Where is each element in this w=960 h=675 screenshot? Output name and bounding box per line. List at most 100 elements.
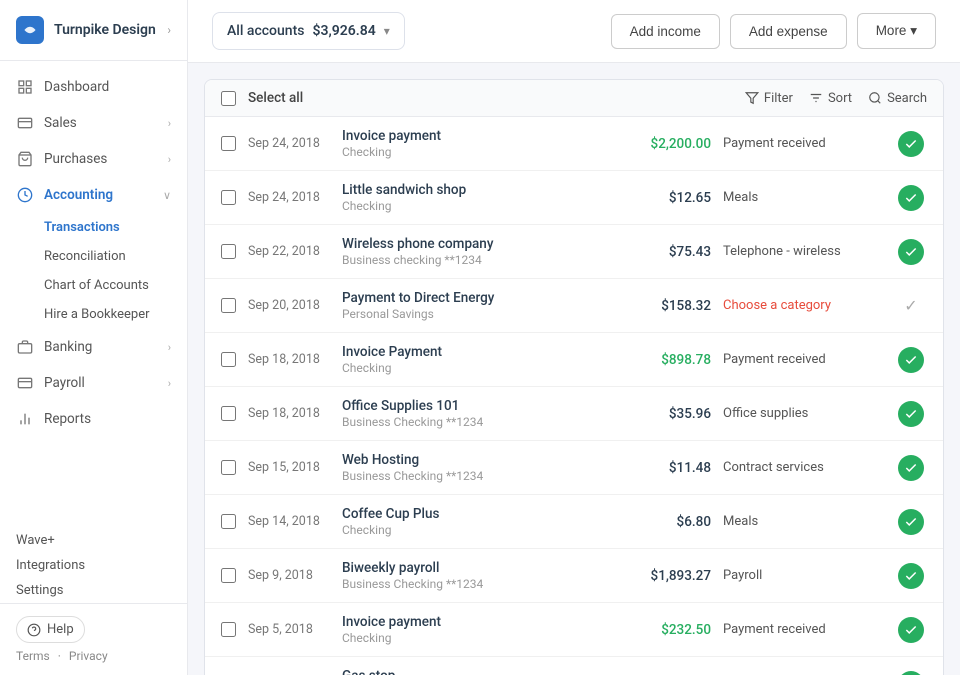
tx-name: Invoice payment: [342, 614, 609, 630]
wave-plus-link[interactable]: Wave+: [16, 528, 171, 553]
tx-description[interactable]: Payment to Direct Energy Personal Saving…: [342, 290, 609, 321]
reports-icon: [16, 410, 34, 428]
status-done-icon: [898, 617, 924, 643]
tx-date: Sep 18, 2018: [248, 352, 330, 367]
help-button[interactable]: Help: [16, 616, 85, 643]
sidebar-item-reconciliation[interactable]: Reconciliation: [44, 242, 187, 271]
sidebar-item-accounting[interactable]: Accounting ∨: [0, 177, 187, 213]
tx-account: Checking: [342, 631, 609, 645]
tx-description[interactable]: Web Hosting Business Checking **1234: [342, 452, 609, 483]
table-row: Sep 15, 2018 Web Hosting Business Checki…: [205, 441, 943, 495]
table-row: Sep 3, 2018 Gas stop Checking $70.00 Tra…: [205, 657, 943, 675]
tx-description[interactable]: Biweekly payroll Business Checking **123…: [342, 560, 609, 591]
row-checkbox-6[interactable]: [221, 460, 236, 475]
more-button[interactable]: More ▾: [857, 13, 936, 49]
tx-account: Personal Savings: [342, 307, 609, 321]
table-row: Sep 5, 2018 Invoice payment Checking $23…: [205, 603, 943, 657]
integrations-link[interactable]: Integrations: [16, 553, 171, 578]
sidebar-item-hire-bookkeeper[interactable]: Hire a Bookkeeper: [44, 300, 187, 329]
sidebar-item-banking[interactable]: Banking ›: [0, 329, 187, 365]
tx-date: Sep 9, 2018: [248, 568, 330, 583]
row-checkbox-7[interactable]: [221, 514, 236, 529]
table-row: Sep 24, 2018 Little sandwich shop Checki…: [205, 171, 943, 225]
tx-name: Wireless phone company: [342, 236, 609, 252]
sidebar-logo[interactable]: Turnpike Design ›: [0, 0, 187, 61]
terms-link[interactable]: Terms: [16, 649, 50, 663]
tx-description[interactable]: Coffee Cup Plus Checking: [342, 506, 609, 537]
dashboard-icon: [16, 78, 34, 96]
sidebar-item-sales[interactable]: Sales ›: [0, 105, 187, 141]
tx-amount: $158.32: [621, 298, 711, 314]
row-checkbox-3[interactable]: [221, 298, 236, 313]
account-balance: $3,926.84: [312, 23, 375, 39]
row-checkbox-8[interactable]: [221, 568, 236, 583]
tx-description[interactable]: Invoice payment Checking: [342, 614, 609, 645]
tx-amount: $898.78: [621, 352, 711, 368]
tx-name: Office Supplies 101: [342, 398, 609, 414]
tx-description[interactable]: Office Supplies 101 Business Checking **…: [342, 398, 609, 429]
tx-name: Payment to Direct Energy: [342, 290, 609, 306]
row-checkbox-0[interactable]: [221, 136, 236, 151]
table-row: Sep 20, 2018 Payment to Direct Energy Pe…: [205, 279, 943, 333]
row-checkbox-5[interactable]: [221, 406, 236, 421]
tx-account: Business Checking **1234: [342, 577, 609, 591]
row-checkbox-9[interactable]: [221, 622, 236, 637]
status-done-icon: [898, 455, 924, 481]
tx-description[interactable]: Gas stop Checking: [342, 668, 609, 675]
add-income-button[interactable]: Add income: [611, 14, 720, 49]
tx-category[interactable]: Choose a category: [723, 298, 883, 313]
sidebar-item-payroll[interactable]: Payroll ›: [0, 365, 187, 401]
status-done-icon: [898, 347, 924, 373]
select-all-checkbox[interactable]: [221, 91, 236, 106]
tx-description[interactable]: Little sandwich shop Checking: [342, 182, 609, 213]
tx-date: Sep 15, 2018: [248, 460, 330, 475]
privacy-link[interactable]: Privacy: [69, 649, 108, 663]
tx-name: Invoice Payment: [342, 344, 609, 360]
row-checkbox-2[interactable]: [221, 244, 236, 259]
tx-category: Payment received: [723, 622, 883, 637]
reports-label: Reports: [44, 411, 91, 427]
table-row: Sep 14, 2018 Coffee Cup Plus Checking $6…: [205, 495, 943, 549]
payroll-label: Payroll: [44, 375, 85, 391]
tx-date: Sep 18, 2018: [248, 406, 330, 421]
tx-date: Sep 22, 2018: [248, 244, 330, 259]
filter-button[interactable]: Filter: [745, 91, 793, 106]
purchases-label: Purchases: [44, 151, 107, 167]
table-row: Sep 9, 2018 Biweekly payroll Business Ch…: [205, 549, 943, 603]
sidebar-item-reports[interactable]: Reports: [0, 401, 187, 437]
account-selector[interactable]: All accounts $3,926.84 ▾: [212, 12, 405, 50]
settings-link[interactable]: Settings: [16, 578, 171, 603]
main-content: All accounts $3,926.84 ▾ Add income Add …: [188, 0, 960, 675]
header-bar: All accounts $3,926.84 ▾ Add income Add …: [188, 0, 960, 63]
sort-button[interactable]: Sort: [809, 91, 852, 106]
tx-description[interactable]: Invoice Payment Checking: [342, 344, 609, 375]
tx-amount: $12.65: [621, 190, 711, 206]
row-checkbox-4[interactable]: [221, 352, 236, 367]
row-checkbox-1[interactable]: [221, 190, 236, 205]
tx-status: [895, 563, 927, 589]
tx-date: Sep 24, 2018: [248, 136, 330, 151]
sales-icon: [16, 114, 34, 132]
tx-status: ✓: [895, 293, 927, 319]
tx-date: Sep 20, 2018: [248, 298, 330, 313]
tx-description[interactable]: Invoice payment Checking: [342, 128, 609, 159]
tx-category: Payment received: [723, 136, 883, 151]
logo-icon: [16, 16, 44, 44]
transactions-area: Select all Filter Sort Search: [188, 63, 960, 675]
status-done-icon: [898, 239, 924, 265]
tx-date: Sep 24, 2018: [248, 190, 330, 205]
add-expense-button[interactable]: Add expense: [730, 14, 847, 49]
select-all-row: Select all Filter Sort Search: [205, 80, 943, 117]
tx-status: [895, 617, 927, 643]
sidebar-item-transactions[interactable]: Transactions: [44, 213, 187, 242]
purchases-chevron-icon: ›: [168, 153, 171, 166]
sidebar-item-chart-of-accounts[interactable]: Chart of Accounts: [44, 271, 187, 300]
sidebar-item-dashboard[interactable]: Dashboard: [0, 69, 187, 105]
tx-status: [895, 239, 927, 265]
search-button[interactable]: Search: [868, 91, 927, 106]
transaction-rows: Sep 24, 2018 Invoice payment Checking $2…: [205, 117, 943, 675]
dashboard-label: Dashboard: [44, 79, 109, 95]
tx-description[interactable]: Wireless phone company Business checking…: [342, 236, 609, 267]
sidebar-item-purchases[interactable]: Purchases ›: [0, 141, 187, 177]
status-done-icon: [898, 563, 924, 589]
